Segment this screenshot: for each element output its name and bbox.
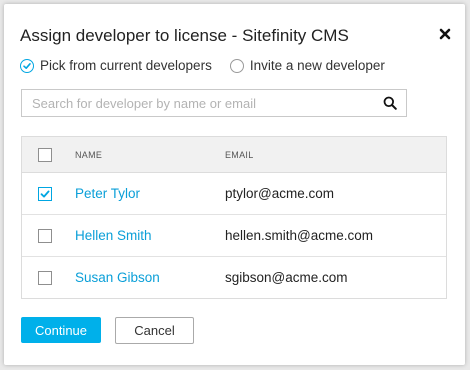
table-row: Susan Gibson sgibson@acme.com	[22, 257, 446, 298]
developers-table: NAME EMAIL Peter Tylor ptylor@acme.com H…	[21, 136, 447, 299]
search-input[interactable]	[22, 90, 382, 116]
header-check-cell	[22, 147, 75, 162]
close-icon[interactable]	[437, 26, 453, 42]
cancel-button[interactable]: Cancel	[115, 317, 194, 344]
row-checkbox[interactable]	[38, 186, 52, 201]
row-checkbox[interactable]	[38, 228, 52, 243]
radio-invite-new-label: Invite a new developer	[249, 58, 385, 73]
search-icon[interactable]	[383, 96, 397, 110]
continue-button[interactable]: Continue	[21, 317, 101, 343]
column-header-email: EMAIL	[225, 149, 254, 160]
developer-name-link[interactable]: Peter Tylor	[75, 186, 140, 201]
assign-developer-dialog: Assign developer to license - Sitefinity…	[4, 4, 465, 365]
dialog-title: Assign developer to license - Sitefinity…	[20, 26, 349, 45]
radio-checked-icon	[20, 58, 34, 73]
radio-pick-current[interactable]: Pick from current developers	[20, 58, 212, 73]
developer-email: hellen.smith@acme.com	[225, 228, 374, 243]
check-icon	[40, 190, 50, 197]
radio-invite-new[interactable]: Invite a new developer	[229, 58, 385, 73]
mode-selector: Pick from current developers Invite a ne…	[20, 58, 403, 73]
radio-unchecked-icon	[229, 58, 244, 73]
developer-email: ptylor@acme.com	[225, 186, 334, 201]
search-box	[21, 89, 407, 117]
radio-pick-current-label: Pick from current developers	[40, 58, 212, 73]
row-checkbox[interactable]	[38, 270, 52, 285]
column-header-name: NAME	[75, 149, 103, 160]
developer-email: sgibson@acme.com	[225, 270, 348, 285]
developer-name-link[interactable]: Hellen Smith	[75, 228, 152, 243]
table-header: NAME EMAIL	[22, 137, 446, 173]
select-all-checkbox[interactable]	[38, 147, 52, 162]
table-row: Hellen Smith hellen.smith@acme.com	[22, 215, 446, 257]
developer-name-link[interactable]: Susan Gibson	[75, 270, 160, 285]
table-row: Peter Tylor ptylor@acme.com	[22, 173, 446, 215]
